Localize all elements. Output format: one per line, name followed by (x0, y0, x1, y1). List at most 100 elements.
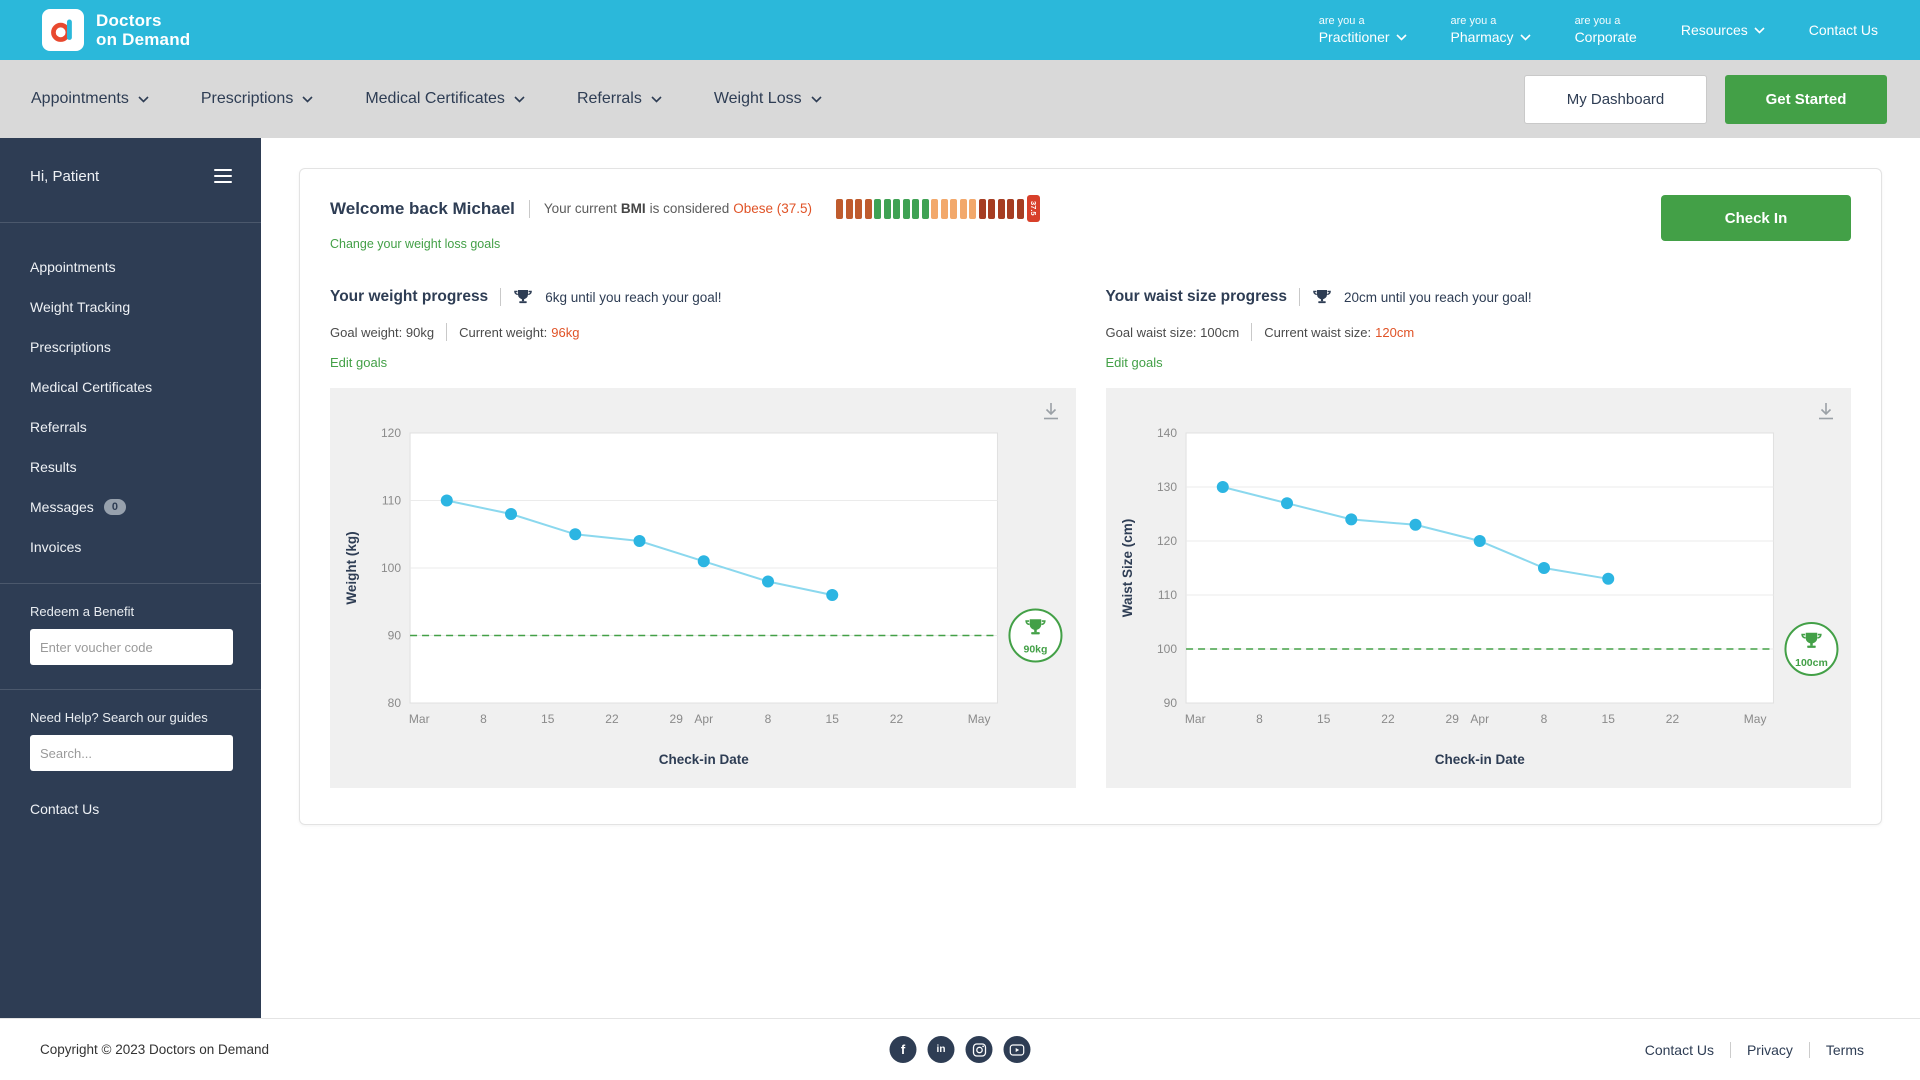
messages-count-badge: 0 (103, 499, 126, 515)
footer-contact-us-link[interactable]: Contact Us (1629, 1042, 1730, 1058)
svg-text:8: 8 (1540, 712, 1547, 726)
topbar-link-pharmacy[interactable]: are you a Pharmacy (1451, 15, 1531, 45)
topbar-link-label: Corporate (1574, 29, 1637, 45)
main-nav-items: Appointments Prescriptions Medical Certi… (31, 90, 822, 108)
nav-buttons: My Dashboard Get Started (1524, 74, 1887, 124)
logo[interactable]: Doctors on Demand (42, 9, 190, 51)
sidebar-item-label: Weight Tracking (30, 299, 131, 315)
weight-progress-block: Your weight progress 6kg until you reach… (330, 287, 1076, 788)
instagram-icon[interactable] (965, 1036, 993, 1063)
svg-text:15: 15 (826, 712, 840, 726)
bmi-scale-bar (864, 198, 872, 219)
waist-progress-block: Your waist size progress 20cm until you … (1105, 287, 1851, 788)
hamburger-icon[interactable] (211, 166, 235, 186)
chart-title: Your weight progress (330, 288, 489, 305)
goal-waist-label: Goal waist size: 100cm (1105, 324, 1240, 340)
sidebar-item-label: Medical Certificates (30, 379, 153, 395)
check-in-button[interactable]: Check In (1661, 195, 1851, 241)
sidebar-item-messages[interactable]: Messages 0 (0, 487, 261, 527)
divider (446, 323, 448, 341)
bmi-scale-bar (902, 198, 910, 219)
nav-item-medical-certificates[interactable]: Medical Certificates (365, 90, 525, 108)
bmi-scale-bar (874, 198, 882, 219)
dashboard-card: Welcome back Michael Your current BMI is… (299, 168, 1882, 825)
sidebar-item-label: Results (30, 459, 77, 475)
redeem-benefit-label: Redeem a Benefit (30, 604, 135, 619)
topbar-link-practitioner[interactable]: are you a Practitioner (1319, 15, 1407, 45)
svg-text:22: 22 (1665, 712, 1679, 726)
bmi-scale-bar (940, 198, 948, 219)
youtube-icon[interactable] (1003, 1036, 1031, 1063)
waist-chart-panel: 90 100 110 120 130 140 Mar 8 15 22 29 Apr 8 15 22 May Ch… (1105, 388, 1851, 788)
nav-item-referrals[interactable]: Referrals (577, 90, 662, 108)
sidebar-greeting: Hi, Patient (30, 167, 100, 185)
topbar-link-contact-us[interactable]: Contact Us (1809, 22, 1878, 38)
download-icon[interactable] (1815, 400, 1837, 422)
linkedin-icon[interactable]: in (927, 1036, 955, 1063)
sidebar-item-invoices[interactable]: Invoices (0, 527, 261, 567)
svg-text:May: May (1743, 712, 1766, 726)
chart-title: Your waist size progress (1105, 288, 1287, 305)
waist-chart: 90 100 110 120 130 140 Mar 8 15 22 29 Apr 8 15 22 May Ch… (1120, 426, 1838, 767)
topbar-link-corporate[interactable]: are you a Corporate (1575, 15, 1637, 45)
bmi-scale-bar (1007, 198, 1015, 219)
sidebar-contact-us-link[interactable]: Contact Us (0, 779, 261, 839)
nav-item-label: Appointments (31, 90, 129, 107)
divider (0, 689, 261, 690)
svg-text:Mar: Mar (409, 712, 430, 726)
bmi-scale-bar (997, 198, 1005, 219)
change-goals-link[interactable]: Change your weight loss goals (330, 237, 500, 251)
trophy-icon (1312, 287, 1332, 307)
sidebar-menu: Appointments Weight Tracking Prescriptio… (0, 239, 261, 567)
svg-text:May: May (968, 712, 991, 726)
guides-search-input[interactable] (30, 735, 233, 771)
voucher-code-input[interactable] (30, 629, 233, 665)
nav-item-label: Weight Loss (713, 90, 802, 107)
welcome-block: Welcome back Michael Your current BMI is… (330, 195, 1041, 253)
facebook-icon[interactable]: f (889, 1036, 917, 1063)
nav-item-weight-loss[interactable]: Weight Loss (714, 90, 822, 108)
svg-text:15: 15 (541, 712, 555, 726)
sidebar-item-referrals[interactable]: Referrals (0, 407, 261, 447)
sidebar-item-label: Appointments (30, 259, 116, 275)
svg-text:130: 130 (1157, 480, 1177, 494)
weight-chart: 80 90 100 110 120 Mar 8 15 22 29 Apr 8 15 22 May Check-… (344, 426, 1063, 767)
nav-item-prescriptions[interactable]: Prescriptions (201, 90, 313, 108)
svg-text:22: 22 (890, 712, 904, 726)
goal-message: 20cm until you reach your goal! (1343, 289, 1532, 305)
sidebar-item-weight-tracking[interactable]: Weight Tracking (0, 287, 261, 327)
topbar-link-resources[interactable]: Resources (1681, 22, 1765, 38)
sidebar-item-medical-certificates[interactable]: Medical Certificates (0, 367, 261, 407)
svg-text:8: 8 (480, 712, 487, 726)
edit-goals-link[interactable]: Edit goals (1106, 355, 1163, 370)
footer-terms-link[interactable]: Terms (1808, 1041, 1880, 1058)
footer-privacy-link[interactable]: Privacy (1729, 1041, 1809, 1058)
chevron-down-icon (651, 95, 662, 103)
svg-text:90: 90 (388, 629, 402, 643)
edit-goals-link[interactable]: Edit goals (330, 355, 387, 370)
bmi-scale-bar (845, 198, 853, 219)
chevron-down-icon (1395, 33, 1407, 41)
nav-item-appointments[interactable]: Appointments (31, 90, 149, 108)
logo-text: Doctors on Demand (96, 10, 191, 49)
bmi-status-value: Obese (37.5) (733, 201, 813, 216)
my-dashboard-button[interactable]: My Dashboard (1524, 74, 1707, 124)
trophy-icon (513, 287, 533, 307)
logo-icon (42, 9, 84, 51)
bmi-scale-bar (978, 198, 986, 219)
bmi-scale: 37.5 (836, 195, 1041, 222)
current-weight-value: 96kg (551, 324, 580, 340)
svg-text:8: 8 (1256, 712, 1263, 726)
get-started-button[interactable]: Get Started (1725, 74, 1887, 124)
topbar-link-label: Practitioner (1318, 29, 1390, 45)
chevron-down-icon (514, 95, 525, 103)
bmi-scale-bar (950, 198, 958, 219)
download-icon[interactable] (1040, 400, 1062, 422)
sidebar-item-prescriptions[interactable]: Prescriptions (0, 327, 261, 367)
sidebar-item-appointments[interactable]: Appointments (0, 247, 261, 287)
svg-text:22: 22 (1381, 712, 1395, 726)
sidebar-item-results[interactable]: Results (0, 447, 261, 487)
divider (1298, 288, 1300, 306)
bmi-label: BMI (620, 201, 646, 216)
svg-text:100: 100 (1157, 642, 1177, 656)
